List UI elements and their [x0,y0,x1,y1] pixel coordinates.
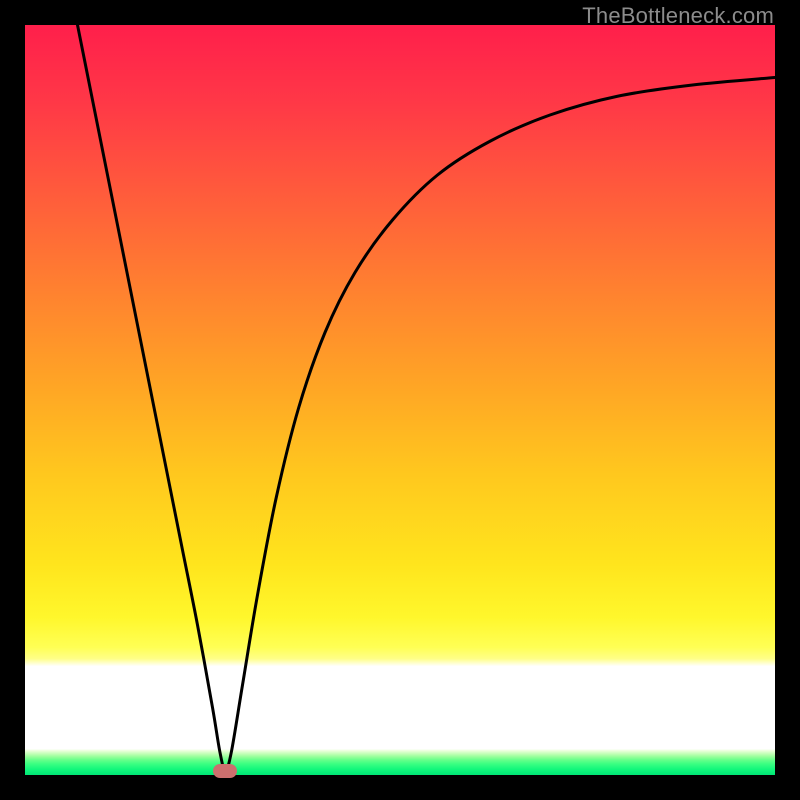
watermark-label: TheBottleneck.com [582,3,774,29]
gradient-background [25,25,775,775]
chart-svg [25,25,775,775]
chart-frame [25,25,775,775]
optimal-point-marker [213,764,237,778]
